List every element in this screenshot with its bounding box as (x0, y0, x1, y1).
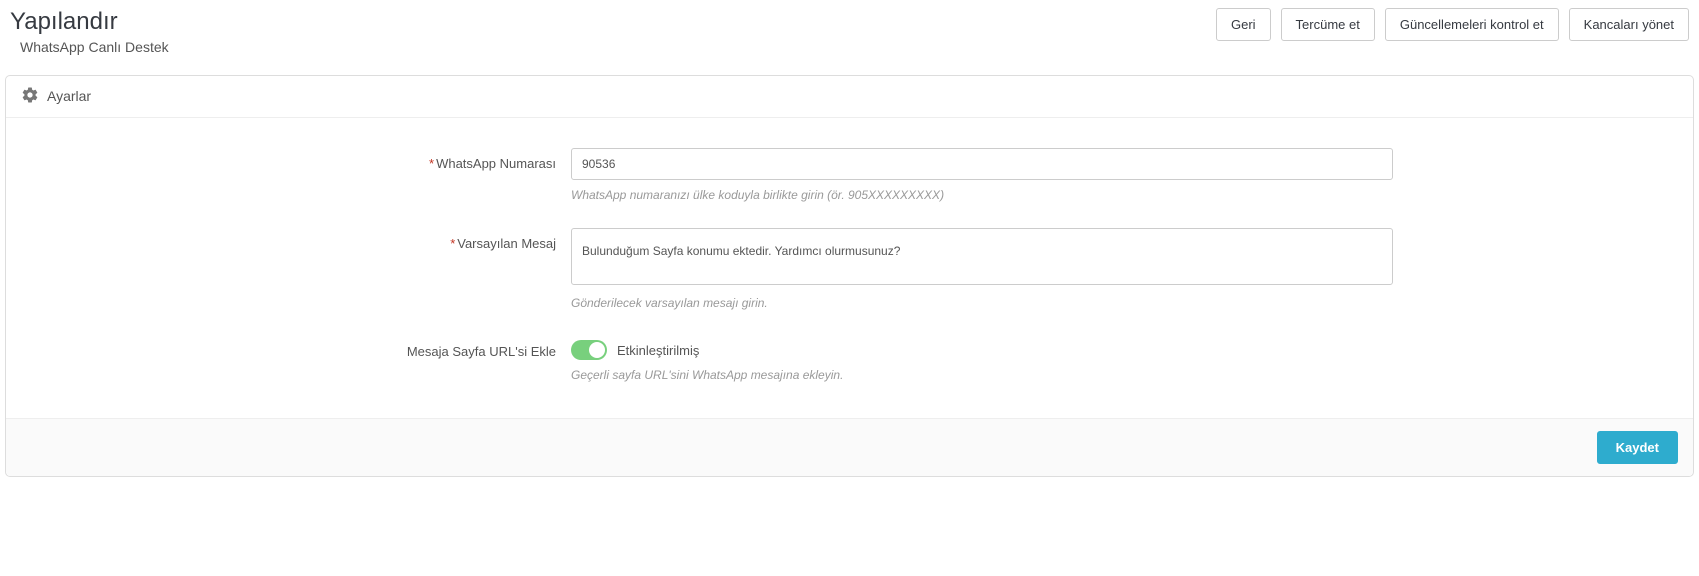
append-url-help: Geçerli sayfa URL'sini WhatsApp mesajına… (571, 368, 1393, 382)
append-url-label: Mesaja Sayfa URL'si Ekle (11, 336, 571, 359)
check-updates-button[interactable]: Güncellemeleri kontrol et (1385, 8, 1559, 41)
page-title: Yapılandır (10, 8, 169, 37)
back-button[interactable]: Geri (1216, 8, 1271, 41)
translate-button[interactable]: Tercüme et (1281, 8, 1375, 41)
append-url-toggle-wrap: Etkinleştirilmiş (571, 336, 1393, 360)
settings-panel: Ayarlar *WhatsApp Numarası WhatsApp numa… (5, 75, 1694, 478)
append-url-status: Etkinleştirilmiş (617, 343, 699, 358)
default-message-control: Gönderilecek varsayılan mesajı girin. (571, 228, 1413, 311)
page-header: Yapılandır WhatsApp Canlı Destek Geri Te… (0, 0, 1699, 75)
panel-heading: Ayarlar (6, 76, 1693, 118)
whatsapp-number-label: *WhatsApp Numarası (11, 148, 571, 171)
append-url-toggle[interactable] (571, 340, 607, 360)
default-message-help: Gönderilecek varsayılan mesajı girin. (571, 296, 1393, 310)
page-subtitle: WhatsApp Canlı Destek (20, 39, 169, 55)
toggle-knob (589, 342, 605, 358)
manage-hooks-button[interactable]: Kancaları yönet (1569, 8, 1689, 41)
form-row-whatsapp-number: *WhatsApp Numarası WhatsApp numaranızı ü… (11, 148, 1688, 202)
panel-footer: Kaydet (6, 418, 1693, 476)
page-actions: Geri Tercüme et Güncellemeleri kontrol e… (1216, 8, 1689, 41)
required-mark: * (450, 236, 455, 251)
required-mark: * (429, 156, 434, 171)
whatsapp-number-control: WhatsApp numaranızı ülke koduyla birlikt… (571, 148, 1413, 202)
form-row-append-url: Mesaja Sayfa URL'si Ekle Etkinleştirilmi… (11, 336, 1688, 382)
whatsapp-number-input[interactable] (571, 148, 1393, 180)
page-title-block: Yapılandır WhatsApp Canlı Destek (10, 8, 169, 55)
panel-title: Ayarlar (47, 88, 91, 104)
save-button[interactable]: Kaydet (1597, 431, 1678, 464)
append-url-control: Etkinleştirilmiş Geçerli sayfa URL'sini … (571, 336, 1413, 382)
gears-icon (21, 86, 39, 107)
default-message-label: *Varsayılan Mesaj (11, 228, 571, 251)
panel-body: *WhatsApp Numarası WhatsApp numaranızı ü… (6, 118, 1693, 419)
whatsapp-number-help: WhatsApp numaranızı ülke koduyla birlikt… (571, 188, 1393, 202)
form-row-default-message: *Varsayılan Mesaj Gönderilecek varsayıla… (11, 228, 1688, 311)
default-message-input[interactable] (571, 228, 1393, 286)
